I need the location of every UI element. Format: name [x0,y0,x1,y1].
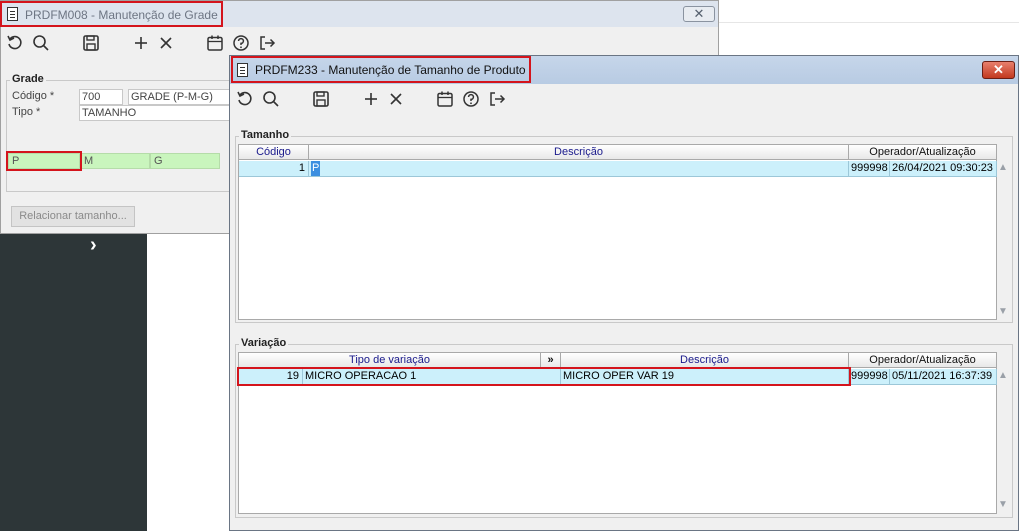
add-icon[interactable] [362,90,380,108]
highlight-size-p [6,151,82,171]
page-divider [719,22,1019,23]
scroll-up-icon[interactable]: ▲ [998,162,1008,173]
chevron-right-icon[interactable]: › [90,234,97,257]
column-header-tipo-variacao[interactable]: Tipo de variação [239,353,541,368]
tipo-input[interactable]: TAMANHO [79,105,239,121]
cell-descricao-text[interactable]: P [311,161,321,176]
calendar-icon[interactable] [206,34,224,52]
grade-description-input[interactable]: GRADE (P-M-G) [128,89,238,105]
column-header-operador-atualizacao[interactable]: Operador/Atualização [849,145,997,160]
column-header-operador-atualizacao[interactable]: Operador/Atualização [849,353,997,368]
close-button[interactable]: ✕ [683,6,715,22]
close-button[interactable]: ✕ [982,61,1015,79]
cell-operador[interactable]: 999998 [849,161,890,177]
delete-icon[interactable] [387,90,405,108]
highlight-variacao-row [237,367,851,386]
column-expand-icon[interactable]: » [541,353,561,368]
highlight-front-title [231,56,531,83]
highlight-background-title [0,1,223,27]
tipo-label: Tipo * [12,106,41,118]
cell-operador[interactable]: 999998 [849,369,890,385]
relacionar-tamanho-button[interactable]: Relacionar tamanho... [11,206,135,227]
search-icon[interactable] [32,34,50,52]
codigo-input[interactable]: 700 [79,89,123,105]
column-header-codigo[interactable]: Código [239,145,309,160]
save-icon[interactable] [82,34,100,52]
codigo-label: Código * [12,90,55,102]
calendar-icon[interactable] [436,90,454,108]
tamanho-legend: Tamanho [239,129,292,141]
size-cell-g[interactable]: G [150,153,220,169]
save-icon[interactable] [312,90,330,108]
side-panel: › [0,234,147,531]
scroll-down-icon[interactable]: ▼ [998,306,1008,317]
cell-codigo[interactable]: 1 [239,161,309,177]
variacao-legend: Variação [239,337,289,349]
cell-atualizacao[interactable]: 26/04/2021 09:30:23 [890,161,997,177]
cell-descricao[interactable]: P [309,161,849,177]
help-icon[interactable] [232,34,250,52]
column-header-descricao[interactable]: Descrição [561,353,849,368]
scroll-up-icon[interactable]: ▲ [998,370,1008,381]
cell-atualizacao[interactable]: 05/11/2021 16:37:39 [890,369,997,385]
delete-icon[interactable] [157,34,175,52]
refresh-icon[interactable] [236,90,254,108]
grade-legend: Grade [10,73,46,85]
scroll-down-icon[interactable]: ▼ [998,499,1008,510]
size-cell-m[interactable]: M [80,153,150,169]
tamanho-grid: Código Descrição Operador/Atualização 1 … [238,144,997,320]
exit-icon[interactable] [258,34,276,52]
exit-icon[interactable] [488,90,506,108]
column-header-descricao[interactable]: Descrição [309,145,849,160]
front-window: PRDFM233 - Manutenção de Tamanho de Prod… [229,55,1019,531]
help-icon[interactable] [462,90,480,108]
search-icon[interactable] [262,90,280,108]
add-icon[interactable] [132,34,150,52]
refresh-icon[interactable] [6,34,24,52]
